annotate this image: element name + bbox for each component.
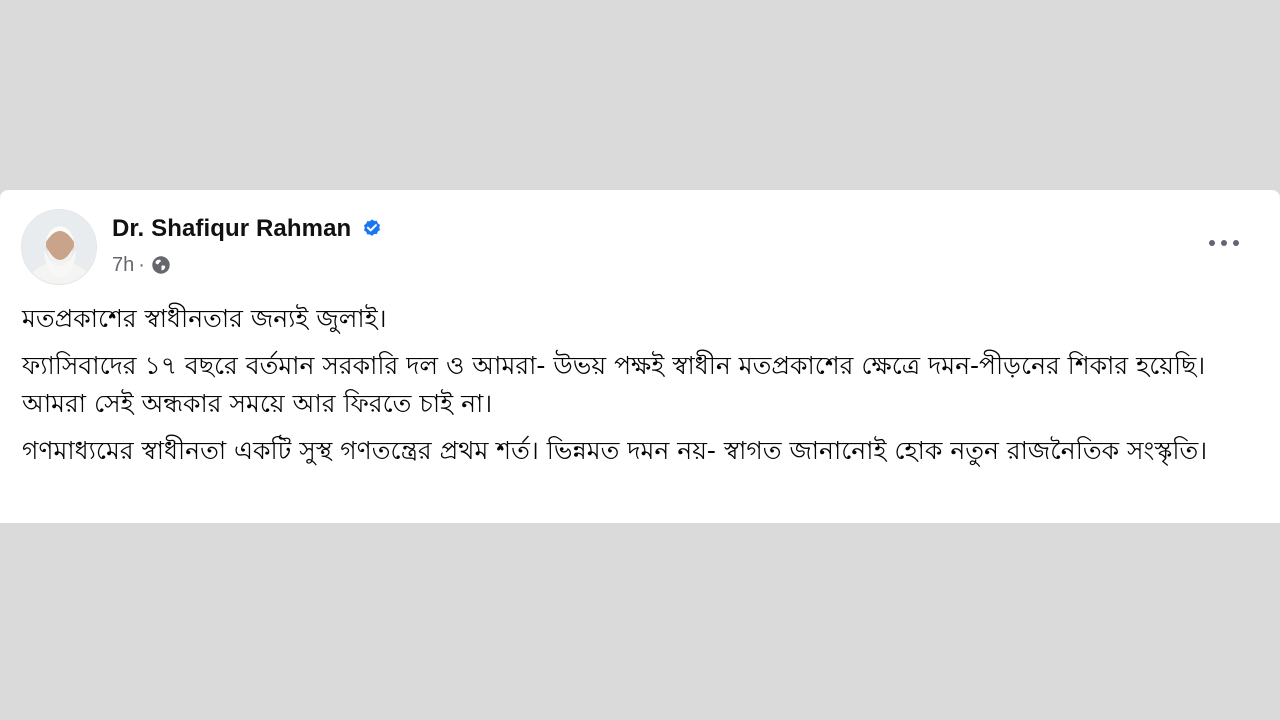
more-options-button[interactable]: [1204, 230, 1244, 256]
page-background: Dr. Shafiqur Rahman 7h · মতপ্রকাশের স্বা…: [0, 0, 1280, 720]
meta-separator: ·: [138, 253, 145, 276]
post-text: মতপ্রকাশের স্বাধীনতার জন্যই জুলাই। ফ্যাস…: [22, 300, 1258, 479]
post-paragraph: ফ্যাসিবাদের ১৭ বছরে বর্তমান সরকারি দল ও …: [22, 351, 1206, 418]
more-options-icon: [1209, 240, 1239, 246]
author-name-link[interactable]: Dr. Shafiqur Rahman: [112, 215, 351, 243]
author-avatar[interactable]: [21, 209, 97, 285]
author-header: Dr. Shafiqur Rahman: [112, 214, 383, 244]
avatar-portrait-image: [22, 210, 96, 284]
verified-badge-icon: [361, 218, 383, 240]
post-paragraph: গণমাধ্যমের স্বাধীনতা একটি সুস্থ গণতন্ত্র…: [22, 436, 1208, 465]
post-timestamp-link[interactable]: 7h: [112, 254, 134, 277]
facebook-post: Dr. Shafiqur Rahman 7h · মতপ্রকাশের স্বা…: [0, 190, 1280, 523]
globe-icon[interactable]: [150, 254, 172, 276]
post-paragraph: মতপ্রকাশের স্বাধীনতার জন্যই জুলাই।: [22, 304, 387, 333]
post-meta: 7h ·: [112, 252, 172, 278]
